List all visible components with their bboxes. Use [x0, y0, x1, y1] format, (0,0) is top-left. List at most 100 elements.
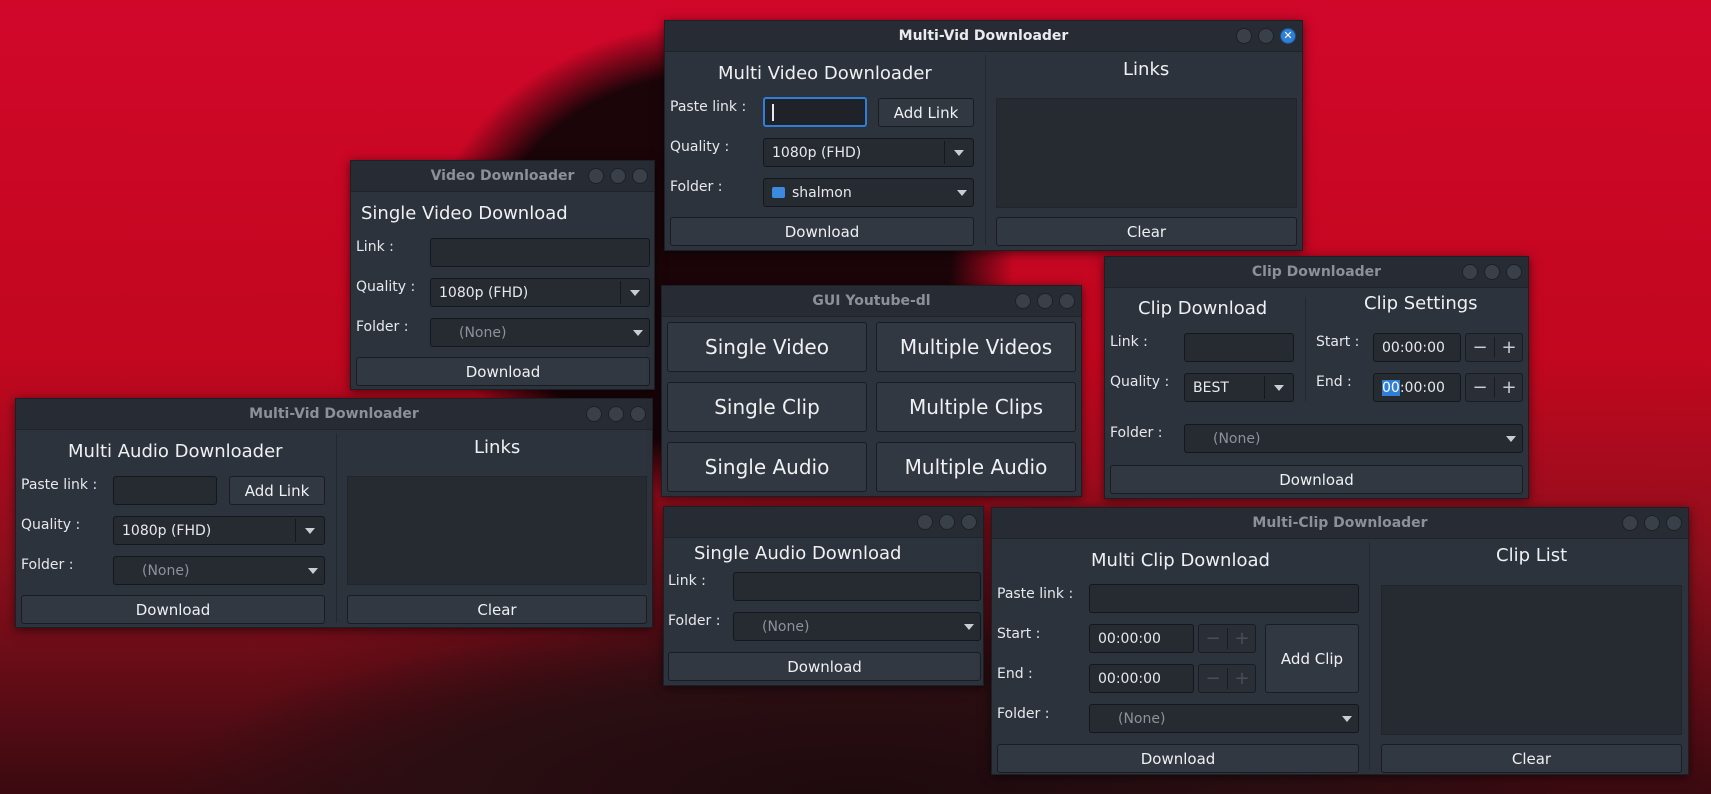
maximize-icon[interactable]	[1484, 264, 1500, 280]
paste-link-input[interactable]	[113, 476, 217, 505]
links-list[interactable]	[347, 476, 647, 585]
clip-settings-heading: Clip Settings	[1364, 293, 1478, 314]
minimize-icon[interactable]	[588, 168, 604, 184]
single-audio-button[interactable]: Single Audio	[667, 442, 867, 492]
download-button[interactable]: Download	[997, 744, 1359, 773]
quality-select[interactable]: 1080p (FHD)	[430, 278, 650, 307]
download-button[interactable]: Download	[670, 217, 974, 246]
plus-icon[interactable]: +	[1495, 334, 1523, 361]
add-clip-button[interactable]: Add Clip	[1265, 624, 1359, 693]
window-titlebar[interactable]: Multi-Vid Downloader	[16, 399, 652, 430]
link-input[interactable]	[733, 572, 981, 601]
links-heading: Links	[1123, 59, 1170, 80]
download-button[interactable]: Download	[21, 595, 325, 624]
maximize-icon[interactable]	[1037, 293, 1053, 309]
minus-icon[interactable]: −	[1466, 374, 1494, 401]
minimize-icon[interactable]	[917, 514, 933, 530]
multiple-videos-button[interactable]: Multiple Videos	[876, 322, 1076, 372]
close-icon[interactable]: ✕	[1280, 28, 1296, 44]
chevron-down-icon	[1274, 384, 1284, 391]
minus-icon[interactable]: −	[1466, 334, 1494, 361]
paste-link-input[interactable]	[1089, 584, 1359, 613]
multiple-audio-button[interactable]: Multiple Audio	[876, 442, 1076, 492]
maximize-icon[interactable]	[608, 406, 624, 422]
close-icon[interactable]	[1666, 515, 1682, 531]
close-icon[interactable]	[630, 406, 646, 422]
quality-select[interactable]: BEST	[1184, 373, 1294, 402]
text-cursor	[772, 104, 774, 121]
window-titlebar[interactable]: GUI Youtube-dl	[662, 286, 1081, 317]
window-titlebar[interactable]: Multi-Vid Downloader ✕	[665, 21, 1302, 52]
window-titlebar[interactable]	[664, 507, 983, 538]
link-input[interactable]	[1184, 333, 1294, 362]
clear-button[interactable]: Clear	[996, 217, 1297, 246]
download-button[interactable]: Download	[668, 652, 981, 681]
folder-value: (None)	[459, 324, 507, 341]
selected-text: 00	[1382, 380, 1400, 396]
close-icon[interactable]	[632, 168, 648, 184]
add-link-button[interactable]: Add Link	[229, 476, 325, 505]
minus-icon[interactable]: −	[1199, 665, 1227, 692]
single-clip-button[interactable]: Single Clip	[667, 382, 867, 432]
folder-select[interactable]: shalmon	[763, 178, 974, 207]
close-icon[interactable]	[961, 514, 977, 530]
clip-list[interactable]	[1381, 585, 1682, 735]
clear-button[interactable]: Clear	[347, 595, 647, 624]
folder-select[interactable]: (None)	[1089, 704, 1359, 733]
folder-select[interactable]: (None)	[430, 318, 650, 347]
maximize-icon[interactable]	[1644, 515, 1660, 531]
start-time-input[interactable]: 00:00:00	[1373, 333, 1461, 362]
folder-select[interactable]: (None)	[113, 556, 325, 585]
chevron-down-icon	[964, 623, 974, 630]
window-title: Multi-Vid Downloader	[898, 28, 1069, 44]
paste-link-label: Paste link :	[997, 586, 1074, 602]
chevron-down-icon	[305, 527, 315, 534]
quality-value: 1080p (FHD)	[439, 284, 529, 301]
window-titlebar[interactable]: Video Downloader	[351, 161, 654, 192]
multi-video-downloader-window: Multi-Vid Downloader ✕ Multi Video Downl…	[664, 20, 1303, 251]
close-icon[interactable]	[1506, 264, 1522, 280]
link-input[interactable]	[430, 238, 650, 267]
minimize-icon[interactable]	[1462, 264, 1478, 280]
folder-select[interactable]: (None)	[733, 612, 981, 641]
window-titlebar[interactable]: Clip Downloader	[1105, 257, 1528, 288]
paste-link-input[interactable]	[763, 97, 867, 127]
minimize-icon[interactable]	[1015, 293, 1031, 309]
clip-list-heading: Clip List	[1496, 545, 1568, 566]
folder-select[interactable]: (None)	[1184, 424, 1523, 453]
link-label: Link :	[356, 239, 394, 255]
minimize-icon[interactable]	[586, 406, 602, 422]
plus-icon[interactable]: +	[1228, 665, 1256, 692]
single-video-button[interactable]: Single Video	[667, 322, 867, 372]
minimize-icon[interactable]	[1622, 515, 1638, 531]
start-time-input[interactable]: 00:00:00	[1089, 624, 1194, 653]
download-button[interactable]: Download	[356, 357, 650, 386]
plus-icon[interactable]: +	[1228, 625, 1256, 652]
chevron-down-icon	[633, 329, 643, 336]
page-title: Clip Download	[1138, 298, 1268, 319]
quality-select[interactable]: 1080p (FHD)	[763, 138, 974, 167]
end-stepper[interactable]: − +	[1465, 373, 1523, 402]
maximize-icon[interactable]	[610, 168, 626, 184]
maximize-icon[interactable]	[1258, 28, 1274, 44]
minus-icon[interactable]: −	[1199, 625, 1227, 652]
start-stepper[interactable]: − +	[1465, 333, 1523, 362]
start-stepper[interactable]: − +	[1198, 624, 1256, 653]
plus-icon[interactable]: +	[1495, 374, 1523, 401]
minimize-icon[interactable]	[1236, 28, 1252, 44]
close-icon[interactable]	[1059, 293, 1075, 309]
end-stepper[interactable]: − +	[1198, 664, 1256, 693]
quality-select[interactable]: 1080p (FHD)	[113, 516, 325, 545]
add-link-button[interactable]: Add Link	[878, 98, 974, 127]
window-titlebar[interactable]: Multi-Clip Downloader	[992, 508, 1688, 539]
folder-value: shalmon	[792, 184, 852, 201]
links-list[interactable]	[996, 98, 1297, 208]
start-time-value: 00:00:00	[1098, 631, 1161, 647]
clear-button[interactable]: Clear	[1381, 744, 1682, 773]
download-button[interactable]: Download	[1110, 465, 1523, 494]
end-time-input[interactable]: 00:00:00	[1373, 373, 1461, 402]
multiple-clips-button[interactable]: Multiple Clips	[876, 382, 1076, 432]
window-title: Video Downloader	[430, 168, 575, 184]
end-time-input[interactable]: 00:00:00	[1089, 664, 1194, 693]
maximize-icon[interactable]	[939, 514, 955, 530]
